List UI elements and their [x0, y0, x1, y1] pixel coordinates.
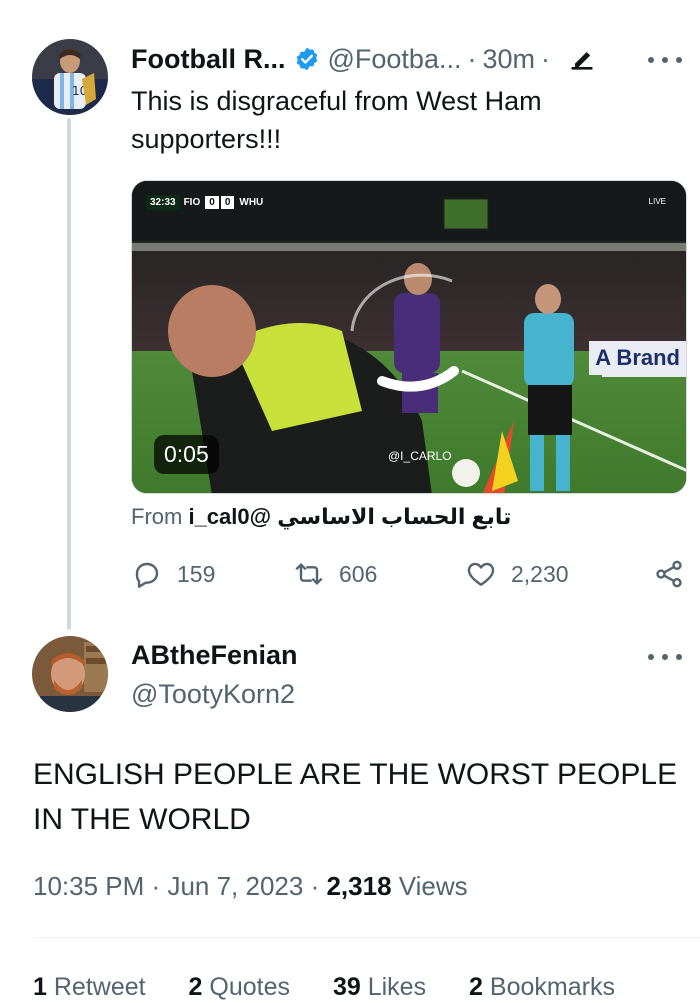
tweet-actions: 159 606 2,230: [131, 558, 691, 596]
tweet-metadata: 10:35 PM · Jun 7, 2023 · 2,318 Views: [33, 871, 468, 902]
more-options-icon[interactable]: [648, 55, 682, 65]
advertising-board: A Brand: [589, 341, 686, 375]
engagement-stats: 1 Retweet 2 Quotes 39 Likes 2 Bookmarks: [33, 973, 651, 1002]
likes-count: 39: [332, 973, 361, 1001]
reply-button[interactable]: 159: [131, 558, 215, 590]
like-count: 2,230: [511, 560, 569, 587]
bookmarks-label: Bookmarks: [489, 973, 615, 1001]
source-account-link[interactable]: تابع الحساب الاساسي @i_cal0: [188, 504, 511, 529]
home-team: FIO: [183, 197, 201, 208]
reply-icon: [135, 562, 159, 588]
tweet-time[interactable]: 10:35 PM: [33, 871, 144, 901]
quotes-count: 2: [188, 973, 203, 1001]
share-icon: [656, 560, 682, 588]
retweet-count: 606: [339, 560, 378, 587]
quotes-label: Quotes: [209, 973, 290, 1001]
thread-line: [67, 118, 71, 630]
likes-label: Likes: [367, 973, 427, 1001]
edit-icon: [568, 45, 596, 73]
verified-badge-icon: [294, 46, 320, 72]
tweet-text: ENGLISH PEOPLE ARE THE WORST PEOPLE IN T…: [33, 758, 678, 836]
likes-stat[interactable]: 39 Likes: [333, 973, 433, 1001]
heart-icon: [467, 562, 495, 586]
quoted-tweet-header: Football R... @Footba... · 30m ·: [131, 40, 596, 78]
video-source-attribution: From تابع الحساب الاساسي @i_cal0: [131, 504, 511, 530]
avatar[interactable]: [32, 636, 108, 712]
video-player[interactable]: 32:33 FIO 0 0 WHU LIVE A Brand @I_CARLO …: [131, 180, 687, 494]
views-count: 2,318: [326, 871, 392, 901]
quotes-stat[interactable]: 2 Quotes: [189, 973, 297, 1001]
display-name[interactable]: ABtheFenian: [131, 640, 298, 671]
tweet-date[interactable]: Jun 7, 2023: [167, 871, 303, 901]
divider: [33, 937, 700, 938]
more-options-icon[interactable]: [648, 652, 682, 662]
handle[interactable]: @TootyKorn2: [131, 679, 295, 710]
away-score: 0: [220, 196, 235, 209]
reply-count: 159: [177, 560, 216, 587]
away-team: WHU: [239, 197, 264, 208]
separator-dot: ·: [310, 871, 320, 901]
bookmarks-count: 2: [469, 973, 483, 1001]
avatar[interactable]: 10: [32, 39, 108, 115]
from-label: From: [131, 504, 183, 529]
retweet-button[interactable]: 606: [293, 558, 377, 590]
retweet-icon: [295, 562, 323, 586]
display-name[interactable]: Football R...: [131, 44, 286, 75]
separator-dot: ·: [151, 871, 161, 901]
live-badge: LIVE: [648, 197, 666, 206]
bookmarks-stat[interactable]: 2 Bookmarks: [469, 973, 615, 1001]
home-score: 0: [205, 196, 219, 209]
share-button[interactable]: [653, 558, 699, 590]
separator-dot: ·: [467, 43, 477, 74]
retweets-label: Retweet: [53, 973, 146, 1001]
match-clock: 32:33: [146, 195, 180, 210]
retweets-count: 1: [33, 973, 47, 1001]
timestamp[interactable]: 30m: [482, 44, 535, 75]
retweets-stat[interactable]: 1 Retweet: [33, 973, 153, 1001]
scoreboard: 32:33 FIO 0 0 WHU: [146, 195, 267, 210]
views-label: Views: [398, 871, 468, 901]
like-button[interactable]: 2,230: [465, 558, 569, 590]
quoted-tweet-text: This is disgraceful from West Ham suppor…: [131, 86, 542, 154]
handle[interactable]: @Footba...: [328, 44, 462, 75]
video-duration: 0:05: [154, 435, 219, 474]
video-watermark: @I_CARLO: [388, 449, 452, 463]
separator-dot: ·: [541, 43, 551, 74]
